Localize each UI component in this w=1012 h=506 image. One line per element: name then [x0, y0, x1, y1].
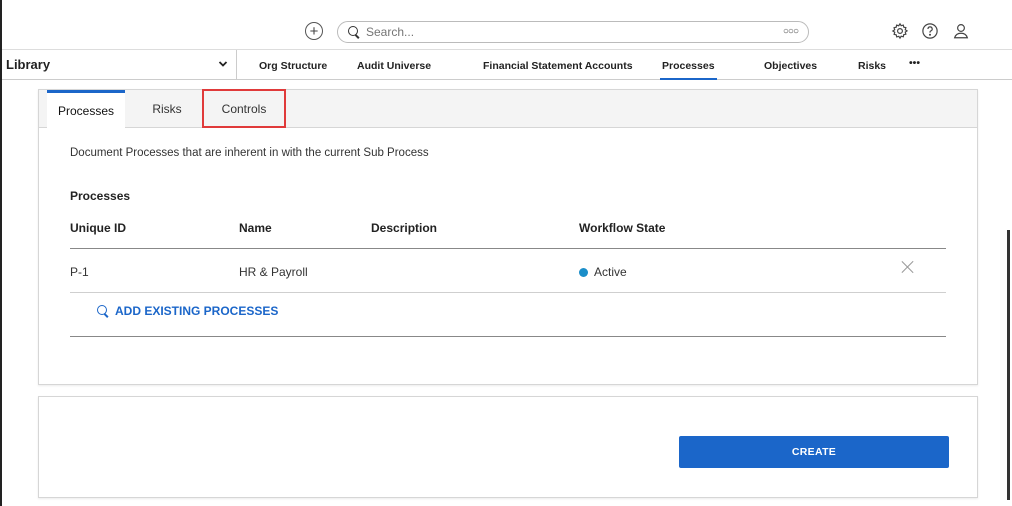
library-label: Library — [6, 57, 51, 72]
more-dots-icon[interactable]: ○○○ — [783, 26, 799, 37]
tab-risks-label: Risks — [152, 102, 182, 116]
top-bar: + ○○○ — [2, 0, 1012, 50]
cell-workflow-state: Active — [579, 265, 627, 279]
help-circle-icon[interactable] — [920, 21, 940, 41]
tab-bar: Processes Risks Controls — [39, 89, 977, 129]
main-content: Processes Risks Controls Document Proces… — [2, 81, 1012, 506]
nav-item-processes[interactable]: Processes — [660, 60, 717, 80]
add-existing-processes-button[interactable]: ADD EXISTING PROCESSES — [97, 304, 278, 318]
nav-item-audit-universe[interactable]: Audit Universe — [357, 60, 431, 72]
nav-item-org-structure[interactable]: Org Structure — [259, 60, 327, 72]
nav-item-financial-statement-accounts[interactable]: Financial Statement Accounts — [483, 60, 633, 72]
column-header-name: Name — [239, 221, 272, 235]
workflow-state-label: Active — [594, 265, 627, 279]
actions-panel: CREATE — [38, 396, 978, 498]
tab-processes-label: Processes — [57, 104, 115, 118]
tab-risks[interactable]: Risks — [135, 90, 199, 128]
cell-name: HR & Payroll — [239, 265, 308, 279]
chevron-down-icon[interactable] — [218, 59, 228, 69]
status-dot — [579, 268, 588, 277]
nav-item-risks[interactable]: Risks — [858, 60, 886, 72]
scrollbar[interactable] — [1007, 230, 1010, 500]
column-header-unique-id: Unique ID — [70, 221, 126, 235]
create-button[interactable]: CREATE — [679, 436, 949, 468]
processes-panel: Processes Risks Controls Document Proces… — [38, 89, 978, 385]
row-divider — [70, 292, 946, 293]
column-header-description: Description — [371, 221, 438, 235]
library-nav: Library Org Structure Audit Universe Fin… — [2, 50, 1012, 80]
table-bottom-divider — [70, 336, 946, 337]
panel-description: Document Processes that are inherent in … — [70, 147, 429, 159]
search-input[interactable] — [366, 25, 746, 39]
nav-item-more[interactable]: ••• — [909, 57, 920, 69]
nav-divider — [236, 50, 237, 80]
gear-icon[interactable] — [890, 21, 910, 41]
user-icon[interactable] — [951, 21, 971, 41]
tab-controls[interactable]: Controls — [202, 89, 286, 128]
tab-processes[interactable]: Processes — [47, 90, 125, 129]
plus-circle-icon[interactable]: + — [305, 22, 323, 40]
section-title: Processes — [70, 189, 131, 203]
nav-item-objectives[interactable]: Objectives — [764, 60, 817, 72]
add-existing-processes-label: ADD EXISTING PROCESSES — [115, 304, 279, 318]
search-icon — [348, 26, 360, 38]
search-icon — [97, 305, 109, 317]
tab-controls-label: Controls — [221, 101, 267, 116]
column-header-workflow-state: Workflow State — [579, 221, 666, 235]
cell-unique-id: P-1 — [70, 265, 89, 279]
search-box[interactable]: ○○○ — [337, 21, 809, 43]
table-header-divider — [70, 248, 946, 249]
close-icon[interactable] — [901, 260, 915, 274]
